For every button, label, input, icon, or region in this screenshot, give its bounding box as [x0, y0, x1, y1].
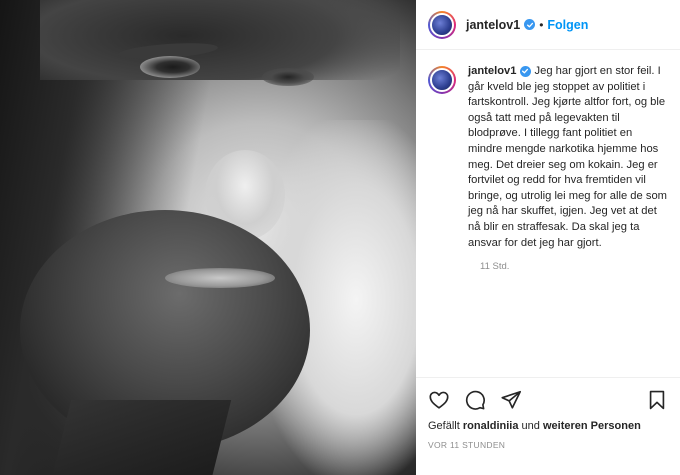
photo-eye	[140, 56, 200, 78]
likes-prefix: Gefällt	[428, 420, 460, 432]
photo-eye	[262, 68, 314, 86]
posted-time[interactable]: VOR 11 STUNDEN	[428, 440, 668, 450]
likes-others[interactable]: weiteren Personen	[543, 420, 641, 432]
bookmark-icon[interactable]	[646, 389, 668, 411]
caption-comment: jantelov1 Jeg har gjort en stor feil. I g…	[428, 64, 668, 251]
likes-user[interactable]: ronaldiniia	[463, 420, 519, 432]
paper-plane-icon[interactable]	[500, 389, 522, 411]
avatar[interactable]	[428, 66, 456, 94]
post-photo[interactable]	[0, 0, 416, 475]
verified-badge-icon	[524, 19, 536, 30]
caption-time-ago: 11 Std.	[480, 261, 510, 273]
instagram-post: jantelov1 • Folgen jantelov1 Jeg har gjor…	[0, 0, 680, 475]
caption-text: Jeg har gjort en stor feil. I går kveld …	[468, 65, 667, 249]
avatar[interactable]	[428, 10, 456, 39]
header-separator: •	[539, 17, 544, 32]
photo-mouth	[165, 268, 275, 288]
post-actions: Gefällt ronaldiniia und weiteren Persone…	[416, 377, 680, 475]
caption-username[interactable]: jantelov1	[468, 65, 517, 77]
verified-badge-icon	[519, 65, 531, 77]
heart-icon[interactable]	[428, 389, 450, 411]
photo-collar	[48, 400, 232, 475]
avatar-image	[430, 12, 454, 37]
follow-button[interactable]: Folgen	[547, 18, 588, 32]
post-header: jantelov1 • Folgen	[416, 0, 680, 50]
likes-line: Gefällt ronaldiniia und weiteren Persone…	[428, 420, 668, 432]
photo-hair	[40, 0, 400, 80]
action-icons	[428, 386, 668, 414]
post-side-panel: jantelov1 • Folgen jantelov1 Jeg har gjor…	[416, 0, 680, 475]
comments-area[interactable]: jantelov1 Jeg har gjort en stor feil. I g…	[416, 50, 680, 377]
caption-body: jantelov1 Jeg har gjort en stor feil. I g…	[468, 64, 668, 251]
likes-connector: und	[521, 420, 540, 432]
comment-icon[interactable]	[464, 389, 486, 411]
avatar-image	[430, 68, 454, 92]
header-username[interactable]: jantelov1	[466, 18, 520, 32]
